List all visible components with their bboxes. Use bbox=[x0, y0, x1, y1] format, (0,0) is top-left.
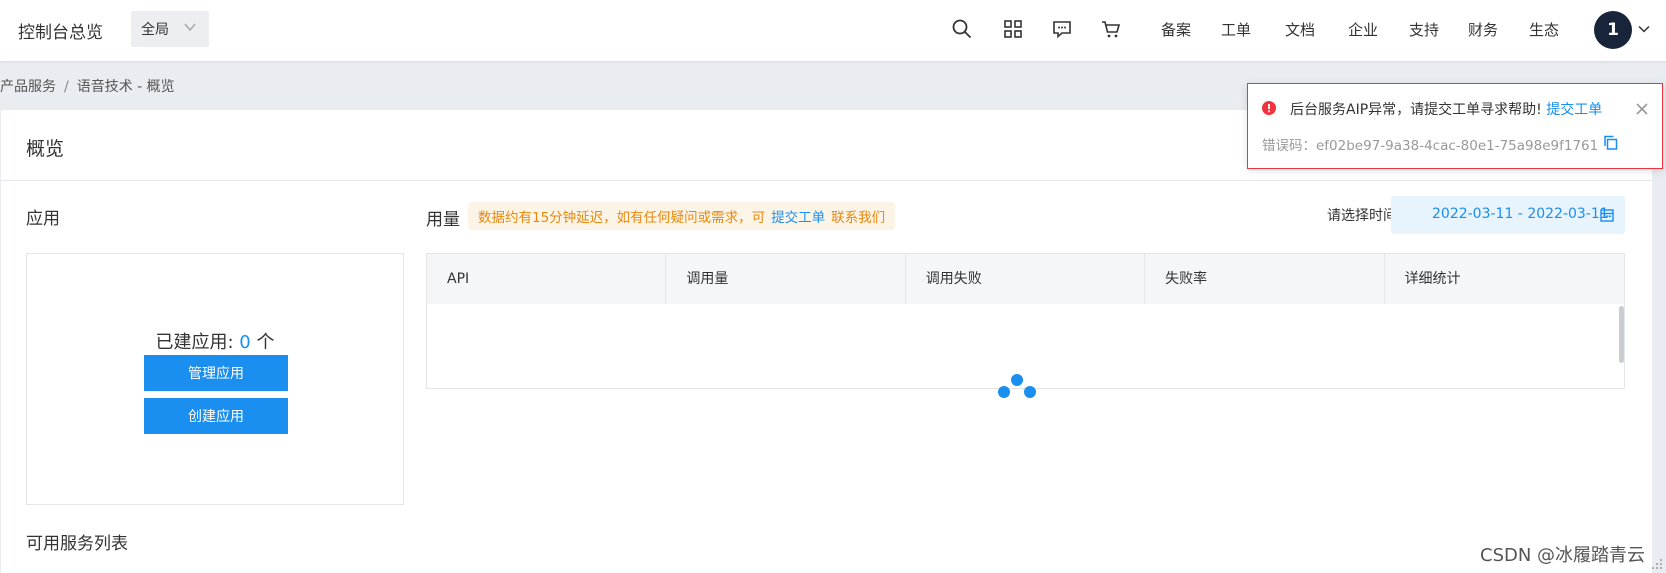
top-navbar: 控制台总览 全局 备案 工单 文档 企业 支持 财务 生态 1 bbox=[0, 0, 1666, 61]
nav-docs[interactable]: 文档 bbox=[1285, 19, 1315, 40]
nav-beian[interactable]: 备案 bbox=[1161, 19, 1191, 40]
watermark: CSDN @冰履踏青云 bbox=[1480, 545, 1646, 566]
close-icon[interactable] bbox=[1635, 102, 1649, 116]
cart-icon[interactable] bbox=[1100, 18, 1122, 40]
chevron-down-icon[interactable] bbox=[1638, 23, 1650, 35]
scope-value: 全局 bbox=[141, 22, 169, 38]
date-range-value: 2022-03-11 - 2022-03-11 bbox=[1432, 206, 1609, 222]
apps-card: 已建应用: 0 个 管理应用 创建应用 bbox=[26, 253, 404, 505]
column-header-failures: 调用失败 bbox=[906, 254, 1146, 304]
column-header-failure-rate: 失败率 bbox=[1145, 254, 1385, 304]
nav-ecosystem[interactable]: 生态 bbox=[1529, 19, 1559, 40]
message-icon[interactable] bbox=[1051, 18, 1073, 40]
region-scope-select[interactable]: 全局 bbox=[131, 11, 209, 47]
error-message: 后台服务AIP异常，请提交工单寻求帮助! 提交工单 bbox=[1290, 99, 1602, 119]
loading-spinner-icon bbox=[998, 374, 1036, 398]
table-header: API 调用量 调用失败 失败率 详细统计 bbox=[427, 254, 1624, 304]
nav-enterprise[interactable]: 企业 bbox=[1348, 19, 1378, 40]
apps-section-title: 应用 bbox=[26, 209, 60, 229]
toast-submit-ticket-link[interactable]: 提交工单 bbox=[1546, 102, 1602, 118]
nav-ticket[interactable]: 工单 bbox=[1221, 19, 1251, 40]
app-count-label: 已建应用: bbox=[155, 332, 240, 353]
calendar-icon bbox=[1600, 209, 1614, 222]
divider bbox=[1, 180, 1652, 181]
usage-delay-notice: 数据约有15分钟延迟，如有任何疑问或需求，可 提交工单 联系我们 bbox=[468, 202, 896, 230]
error-notification: 后台服务AIP异常，请提交工单寻求帮助! 提交工单 错误码：ef02be97-9… bbox=[1247, 83, 1663, 169]
breadcrumb-root[interactable]: 产品服务 bbox=[0, 79, 56, 95]
date-range-picker[interactable]: 2022-03-11 - 2022-03-11 bbox=[1391, 196, 1625, 234]
app-count-unit: 个 bbox=[250, 332, 275, 353]
error-code: 错误码：ef02be97-9a38-4cac-80e1-75a98e9f1761 bbox=[1262, 138, 1599, 154]
submit-ticket-link[interactable]: 提交工单 bbox=[771, 206, 825, 226]
manage-apps-button[interactable]: 管理应用 bbox=[144, 355, 288, 391]
nav-finance[interactable]: 财务 bbox=[1468, 19, 1498, 40]
app-count-value: 0 bbox=[239, 332, 251, 353]
console-overview-link[interactable]: 控制台总览 bbox=[18, 18, 103, 43]
copy-icon[interactable] bbox=[1603, 135, 1618, 150]
column-header-api: API bbox=[427, 254, 667, 304]
usage-note-text: 数据约有15分钟延迟，如有任何疑问或需求，可 bbox=[478, 210, 766, 226]
chevron-down-icon bbox=[184, 23, 196, 32]
resize-grip-icon[interactable] bbox=[1650, 557, 1664, 571]
page-title: 概览 bbox=[26, 138, 65, 160]
usage-table: API 调用量 调用失败 失败率 详细统计 bbox=[426, 253, 1625, 398]
table-scrollbar[interactable] bbox=[1619, 306, 1624, 363]
services-list-title: 可用服务列表 bbox=[26, 534, 128, 554]
app-count-text: 已建应用: 0 个 bbox=[27, 328, 403, 354]
error-icon bbox=[1262, 101, 1276, 115]
nav-support[interactable]: 支持 bbox=[1409, 19, 1439, 40]
create-app-button[interactable]: 创建应用 bbox=[144, 398, 288, 434]
usage-section-title: 用量 bbox=[426, 210, 460, 230]
apps-grid-icon[interactable] bbox=[1002, 18, 1024, 40]
main-panel: 概览 应用 已建应用: 0 个 管理应用 创建应用 可用服务列表 用量 数据约有… bbox=[1, 110, 1652, 573]
search-icon[interactable] bbox=[951, 18, 973, 40]
breadcrumb: 产品服务 / 语音技术 - 概览 bbox=[0, 76, 175, 96]
error-message-text: 后台服务AIP异常，请提交工单寻求帮助! bbox=[1290, 102, 1542, 118]
contact-us-link[interactable]: 联系我们 bbox=[831, 206, 885, 226]
column-header-details: 详细统计 bbox=[1404, 271, 1461, 287]
column-header-calls: 调用量 bbox=[666, 254, 906, 304]
avatar[interactable]: 1 bbox=[1594, 11, 1632, 49]
breadcrumb-separator: / bbox=[64, 79, 69, 95]
breadcrumb-current: 语音技术 - 概览 bbox=[76, 79, 175, 95]
